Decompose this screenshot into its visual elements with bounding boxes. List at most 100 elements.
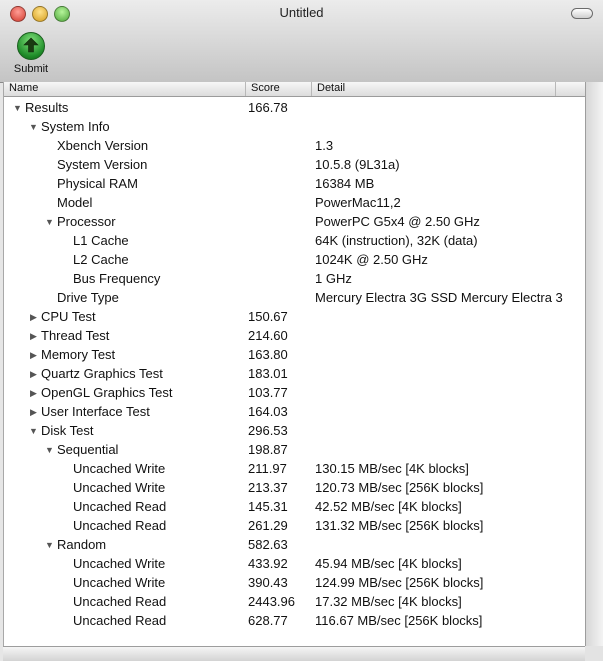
table-row[interactable]: ▶ OpenGL Graphics Test 103.77: [4, 383, 586, 402]
row-detail: 42.52 MB/sec [4K blocks]: [315, 499, 462, 514]
row-score: 166.78: [248, 100, 288, 115]
table-row[interactable]: ▶ CPU Test 150.67: [4, 307, 586, 326]
horizontal-scrollbar[interactable]: [3, 646, 585, 661]
row-score: 211.97: [248, 461, 287, 476]
disclosure-open-icon[interactable]: ▼: [44, 445, 55, 455]
table-row[interactable]: ▶ Thread Test 214.60: [4, 326, 586, 345]
disclosure-closed-icon[interactable]: ▶: [28, 407, 39, 418]
row-name-label: Physical RAM: [57, 176, 138, 191]
row-score: 145.31: [248, 499, 288, 514]
row-name-cell: ▶ Memory Test: [28, 347, 115, 364]
row-name-label: L2 Cache: [73, 252, 129, 267]
row-name-label: L1 Cache: [73, 233, 129, 248]
table-row[interactable]: Uncached Read 145.31 42.52 MB/sec [4K bloc…: [4, 497, 586, 516]
row-name-cell: ▼ Random: [44, 537, 106, 554]
resize-grip[interactable]: [585, 646, 603, 661]
toolbar-toggle-button[interactable]: [571, 8, 593, 19]
row-name-label: Processor: [57, 214, 116, 229]
submit-button[interactable]: Submit: [9, 32, 53, 80]
table-row[interactable]: Physical RAM 16384 MB: [4, 174, 586, 193]
row-score: 214.60: [248, 328, 288, 343]
disclosure-closed-icon[interactable]: ▶: [28, 312, 39, 323]
results-outline-view[interactable]: Name Score Detail ▼ Results 166.78 ▼ System …: [3, 82, 586, 646]
table-row[interactable]: ▼ Results 166.78: [4, 98, 586, 117]
vertical-scrollbar[interactable]: [585, 82, 603, 646]
table-row[interactable]: Drive Type Mercury Electra 3G SSD Mercury…: [4, 288, 586, 307]
table-row[interactable]: ▼ Disk Test 296.53: [4, 421, 586, 440]
table-row[interactable]: L2 Cache 1024K @ 2.50 GHz: [4, 250, 586, 269]
disclosure-closed-icon[interactable]: ▶: [28, 388, 39, 399]
row-score: 582.63: [248, 537, 288, 552]
table-row[interactable]: ▼ Random 582.63: [4, 535, 586, 554]
row-score: 261.29: [248, 518, 288, 533]
row-name-label: Drive Type: [57, 290, 119, 305]
table-row[interactable]: Uncached Write 390.43 124.99 MB/sec [256K …: [4, 573, 586, 592]
row-name-label: Sequential: [57, 442, 119, 457]
row-name-cell: ▶ Quartz Graphics Test: [28, 366, 163, 383]
disclosure-open-icon[interactable]: ▼: [28, 426, 39, 436]
disclosure-open-icon[interactable]: ▼: [44, 217, 55, 227]
disclosure-open-icon[interactable]: ▼: [12, 103, 23, 113]
row-name-cell: Uncached Write: [60, 575, 165, 592]
table-row[interactable]: ▶ User Interface Test 164.03: [4, 402, 586, 421]
row-score: 183.01: [248, 366, 288, 381]
table-row[interactable]: System Version 10.5.8 (9L31a): [4, 155, 586, 174]
title-bar[interactable]: Untitled Submit: [0, 0, 603, 83]
row-score: 213.37: [248, 480, 288, 495]
table-row[interactable]: Model PowerMac11,2: [4, 193, 586, 212]
row-name-label: Uncached Write: [73, 556, 166, 571]
row-name-cell: ▼ System Info: [28, 119, 110, 136]
table-row[interactable]: Xbench Version 1.3: [4, 136, 586, 155]
row-name-label: System Version: [57, 157, 148, 172]
table-row[interactable]: Bus Frequency 1 GHz: [4, 269, 586, 288]
column-header-score[interactable]: Score: [246, 82, 312, 96]
row-detail: 45.94 MB/sec [4K blocks]: [315, 556, 462, 571]
row-name-label: Uncached Read: [73, 518, 167, 533]
row-name-cell: System Version: [44, 157, 147, 174]
disclosure-closed-icon[interactable]: ▶: [28, 350, 39, 361]
table-row[interactable]: Uncached Write 213.37 120.73 MB/sec [256K …: [4, 478, 586, 497]
row-name-label: Random: [57, 537, 107, 552]
table-row[interactable]: Uncached Read 628.77 116.67 MB/sec [256K b…: [4, 611, 586, 630]
row-name-label: Thread Test: [41, 328, 110, 343]
row-detail: 16384 MB: [315, 176, 375, 191]
row-detail: 64K (instruction), 32K (data): [315, 233, 478, 248]
column-header-name[interactable]: Name: [4, 82, 246, 96]
row-name-cell: L1 Cache: [60, 233, 129, 250]
row-name-cell: ▶ Thread Test: [28, 328, 109, 345]
row-score: 164.03: [248, 404, 288, 419]
row-name-label: Uncached Read: [73, 499, 167, 514]
row-detail: 131.32 MB/sec [256K blocks]: [315, 518, 484, 533]
row-score: 163.80: [248, 347, 288, 362]
disclosure-open-icon[interactable]: ▼: [28, 122, 39, 132]
row-score: 103.77: [248, 385, 288, 400]
row-name-cell: Uncached Read: [60, 499, 166, 516]
table-header: Name Score Detail: [4, 82, 586, 97]
row-name-cell: Uncached Read: [60, 518, 166, 535]
table-row[interactable]: Uncached Read 261.29 131.32 MB/sec [256K b…: [4, 516, 586, 535]
row-score: 433.92: [248, 556, 288, 571]
xbench-window: Untitled Submit Name Score Detail ▼ Resul…: [0, 0, 603, 661]
column-header-empty[interactable]: [556, 82, 586, 96]
column-header-detail[interactable]: Detail: [312, 82, 556, 96]
table-row[interactable]: ▶ Quartz Graphics Test 183.01: [4, 364, 586, 383]
table-row[interactable]: ▼ System Info: [4, 117, 586, 136]
disclosure-open-icon[interactable]: ▼: [44, 540, 55, 550]
row-name-label: Uncached Write: [73, 480, 166, 495]
table-row[interactable]: ▶ Memory Test 163.80: [4, 345, 586, 364]
table-row[interactable]: Uncached Read 2443.96 17.32 MB/sec [4K blo…: [4, 592, 586, 611]
table-row[interactable]: ▼ Sequential 198.87: [4, 440, 586, 459]
row-name-cell: ▼ Disk Test: [28, 423, 94, 440]
table-row[interactable]: L1 Cache 64K (instruction), 32K (data): [4, 231, 586, 250]
disclosure-closed-icon[interactable]: ▶: [28, 331, 39, 342]
row-name-label: Quartz Graphics Test: [41, 366, 163, 381]
row-name-label: User Interface Test: [41, 404, 150, 419]
disclosure-closed-icon[interactable]: ▶: [28, 369, 39, 380]
row-name-label: System Info: [41, 119, 110, 134]
row-name-label: Bus Frequency: [73, 271, 161, 286]
table-row[interactable]: ▼ Processor PowerPC G5x4 @ 2.50 GHz: [4, 212, 586, 231]
table-row[interactable]: Uncached Write 433.92 45.94 MB/sec [4K blo…: [4, 554, 586, 573]
table-row[interactable]: Uncached Write 211.97 130.15 MB/sec [4K bl…: [4, 459, 586, 478]
row-score: 2443.96: [248, 594, 295, 609]
row-name-label: Disk Test: [41, 423, 94, 438]
